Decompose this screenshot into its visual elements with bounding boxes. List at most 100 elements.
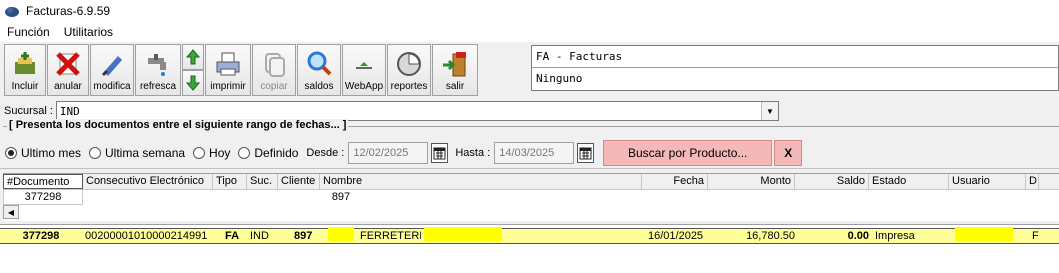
hasta-label: Hasta :: [455, 147, 491, 159]
calendar-icon[interactable]: [431, 143, 449, 163]
col-monto[interactable]: Monto: [708, 174, 795, 189]
copiar-label: copiar: [260, 81, 288, 92]
col-documento[interactable]: #Documento: [3, 174, 83, 189]
desde-date-field[interactable]: 12/02/2025: [348, 142, 429, 164]
add-document-icon: [10, 49, 40, 79]
cell-tipo: FA: [225, 230, 240, 242]
col-cliente[interactable]: Cliente: [278, 174, 320, 189]
incluir-button[interactable]: Incluir: [4, 44, 46, 96]
date-range-group: [ Presenta los documentos entre el sigui…: [3, 119, 1059, 166]
buscar-producto-button[interactable]: Buscar por Producto...: [603, 140, 773, 166]
reportes-label: reportes: [390, 81, 428, 92]
table-row[interactable]: 377298 00200001010000214991 FA IND 897 F…: [0, 227, 1059, 245]
radio-dot[interactable]: [89, 147, 102, 159]
filter-status-line: Ninguno: [536, 72, 583, 85]
radio-ultima-semana[interactable]: Ultima semana: [89, 146, 185, 160]
cell-nombre-redacted: [325, 227, 357, 245]
radio-dot[interactable]: [238, 147, 251, 159]
desde-label: Desde :: [306, 147, 345, 159]
exit-door-icon: [440, 49, 470, 79]
copy-icon: [259, 49, 289, 79]
cell-nombre-rest: [421, 227, 645, 245]
chevron-down-icon[interactable]: ▼: [760, 102, 778, 120]
cell-consecutivo: 00200001010000214991: [85, 230, 208, 242]
sucursal-value: IND: [59, 104, 80, 118]
radio-label: Hoy: [209, 146, 231, 160]
col-tipo[interactable]: Tipo: [213, 174, 247, 189]
radio-label: Ultima semana: [105, 146, 186, 160]
horizontal-scrollbar[interactable]: ◀: [3, 205, 23, 219]
table-row[interactable]: 377298 897: [3, 190, 1059, 205]
saldos-button[interactable]: saldos: [297, 44, 341, 96]
col-consecutivo[interactable]: Consecutivo Electrónico: [83, 174, 213, 189]
brush-edit-icon: [97, 49, 127, 79]
cell-documento: 377298: [3, 190, 83, 205]
scroll-left-icon[interactable]: ◀: [3, 205, 19, 219]
reportes-button[interactable]: reportes: [387, 44, 431, 96]
grid-header-row: #Documento Consecutivo Electrónico Tipo …: [3, 174, 1059, 190]
col-estado[interactable]: Estado: [869, 174, 949, 189]
arrow-down-button[interactable]: [182, 70, 204, 96]
arrow-down-icon: [186, 75, 200, 91]
refresca-button[interactable]: refresca: [135, 44, 181, 96]
modifica-button[interactable]: modifica: [90, 44, 134, 96]
cell-estado: Impresa: [875, 230, 915, 242]
radio-dot[interactable]: [5, 147, 17, 159]
cell-d: F: [1032, 230, 1039, 242]
hasta-date-field[interactable]: 14/03/2025: [494, 142, 575, 164]
anular-label: anular: [54, 81, 82, 92]
menu-utilitarios[interactable]: Utilitarios: [57, 22, 120, 42]
sucursal-select[interactable]: IND ▼: [55, 101, 779, 121]
faucet-refresh-icon: [143, 49, 173, 79]
refresca-label: refresca: [139, 81, 177, 92]
app-cloud-icon: [5, 7, 19, 17]
imprimir-label: imprimir: [210, 81, 246, 92]
radio-ultimo-mes[interactable]: Ultimo mes: [5, 146, 81, 160]
redaction-mark: [955, 227, 1013, 241]
radio-label: Definido: [254, 146, 299, 160]
incluir-label: Incluir: [11, 81, 39, 92]
saldos-label: saldos: [304, 81, 334, 92]
redaction-mark: [424, 227, 502, 241]
col-usuario[interactable]: Usuario: [949, 174, 1026, 189]
copiar-button[interactable]: copiar: [252, 44, 296, 96]
menu-funcion[interactable]: Función: [0, 22, 57, 42]
document-type-line: FA - Facturas: [532, 46, 1058, 68]
cell-documento: 377298: [22, 230, 60, 242]
arrow-up-button[interactable]: [182, 44, 204, 70]
toolbar: Incluir anular modifica refresca imprimi…: [4, 44, 479, 96]
webapp-icon: [349, 49, 379, 79]
cell-fecha: 16/01/2025: [648, 230, 704, 242]
cell-cliente: 897: [331, 191, 351, 203]
date-range-legend: [ Presenta los documentos entre el sigui…: [7, 119, 349, 131]
salir-label: salir: [445, 81, 465, 92]
sucursal-label: Sucursal :: [4, 105, 53, 117]
col-saldo[interactable]: Saldo: [795, 174, 869, 189]
radio-hoy[interactable]: Hoy: [193, 146, 230, 160]
clear-search-button[interactable]: X: [774, 140, 803, 166]
salir-button[interactable]: salir: [432, 44, 478, 96]
calendar-icon[interactable]: [577, 143, 595, 163]
title-bar: Facturas-6.9.59: [0, 0, 1059, 22]
radio-definido[interactable]: Definido: [238, 146, 298, 160]
webapp-button[interactable]: WebApp: [342, 44, 386, 96]
col-d[interactable]: D: [1026, 174, 1039, 189]
cell-nombre: FERRETERIA: [360, 230, 421, 242]
navigation-arrows: [182, 44, 204, 96]
menu-bar: Función Utilitarios: [0, 22, 1059, 42]
cell-usuario-redacted: [952, 227, 1029, 245]
pie-report-icon: [394, 49, 424, 79]
webapp-label: WebApp: [344, 81, 384, 92]
col-suc[interactable]: Suc.: [247, 174, 278, 189]
document-type-info: FA - Facturas Ninguno: [531, 45, 1059, 91]
radio-dot[interactable]: [193, 147, 206, 159]
documents-grid: 377298 00200001010000214991 FA IND 897 F…: [0, 224, 1059, 273]
cell-cliente: 897: [294, 230, 313, 242]
col-fecha[interactable]: Fecha: [642, 174, 708, 189]
radio-label: Ultimo mes: [21, 146, 82, 160]
documents-grid-header: #Documento Consecutivo Electrónico Tipo …: [3, 173, 1059, 221]
anular-button[interactable]: anular: [47, 44, 89, 96]
col-nombre[interactable]: Nombre: [320, 174, 642, 189]
imprimir-button[interactable]: imprimir: [205, 44, 251, 96]
cell-saldo: 0.00: [847, 230, 869, 242]
